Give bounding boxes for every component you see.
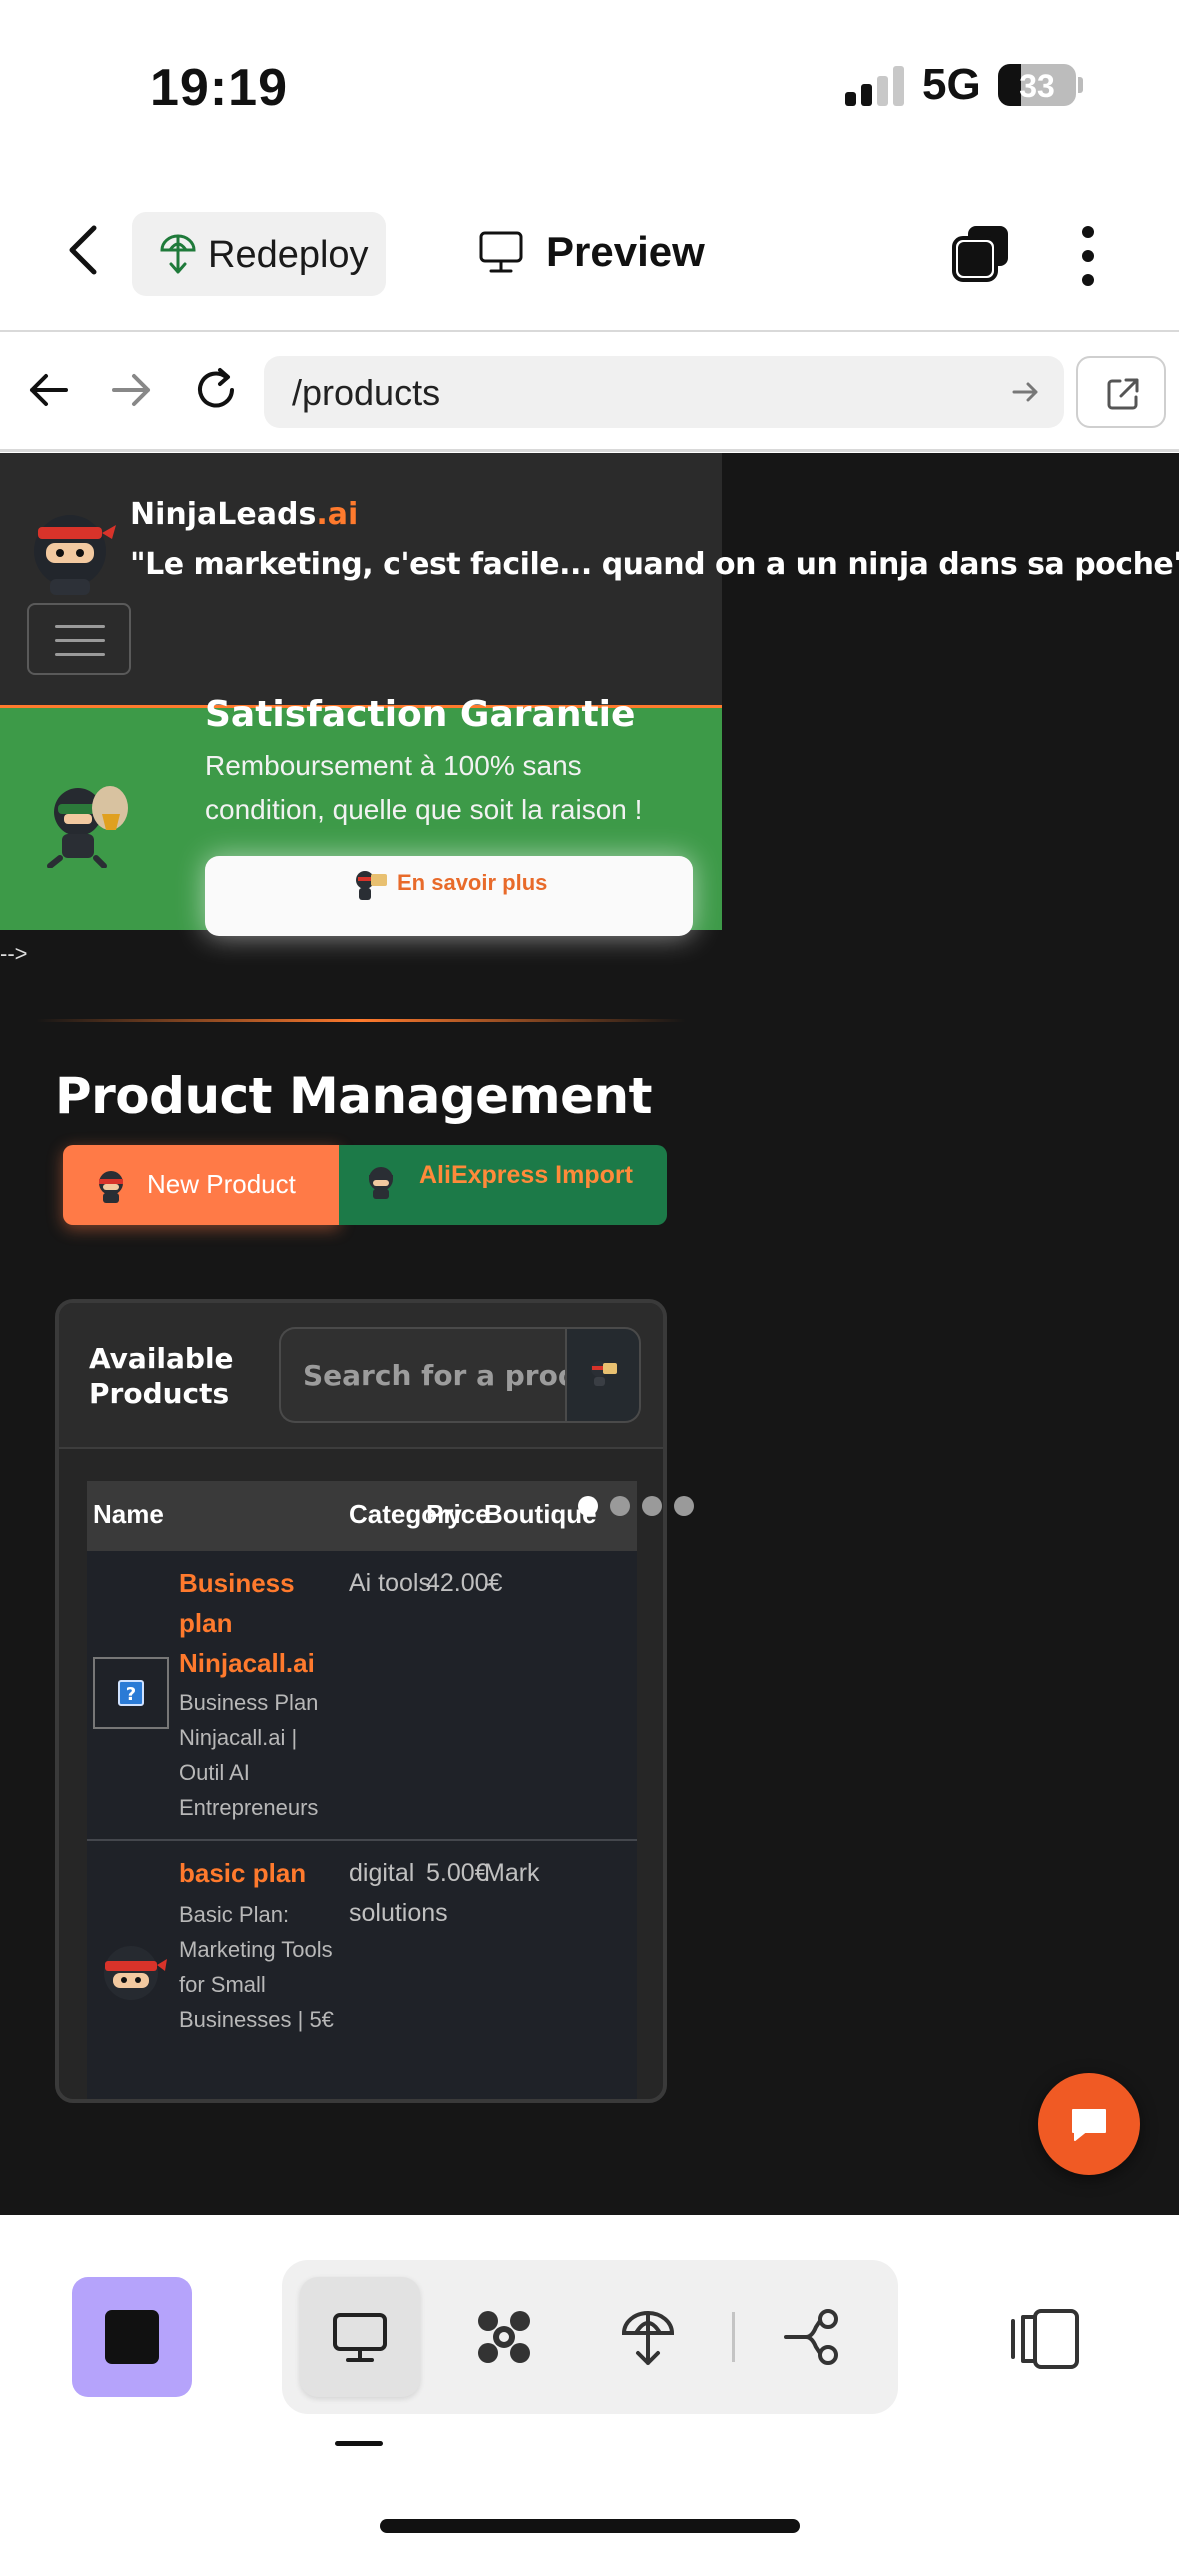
hamburger-menu-icon[interactable]: [27, 603, 131, 675]
page-title: Product Management: [55, 1067, 653, 1125]
globe-deploy-icon: [158, 232, 198, 276]
back-chevron-icon[interactable]: [60, 222, 110, 278]
status-time: 19:19: [150, 59, 288, 117]
chat-button[interactable]: [1038, 2073, 1140, 2175]
battery-percent: 33: [1019, 68, 1055, 104]
go-arrow-icon[interactable]: [1010, 376, 1042, 408]
panel-toggle-button[interactable]: [1005, 2287, 1085, 2387]
home-indicator[interactable]: [380, 2519, 800, 2533]
promo-banner: Satisfaction Garantie Remboursement à 10…: [0, 694, 722, 936]
url-text: /products: [292, 372, 441, 413]
table-row[interactable]: basic plan Basic Plan: Marketing Tools f…: [87, 1841, 637, 2099]
bottom-toolbar: [0, 2215, 1179, 2556]
deploy-mode-button[interactable]: [588, 2277, 708, 2397]
more-vertical-icon[interactable]: [1078, 226, 1098, 286]
search-button[interactable]: [565, 1327, 641, 1423]
browser-bar: /products: [0, 332, 1179, 452]
cluster-icon: [478, 2311, 530, 2363]
git-mode-button[interactable]: [752, 2277, 872, 2397]
new-product-label: New Product: [147, 1169, 296, 1199]
table-header: Name Category Price Boutique: [87, 1481, 637, 1551]
column-header-name[interactable]: Name: [93, 1499, 164, 1530]
redeploy-button[interactable]: Redeploy: [132, 212, 386, 296]
product-shop: Mark: [484, 1859, 540, 1887]
promo-title: Satisfaction Garantie: [205, 694, 636, 735]
ninja-trophy-icon: [40, 768, 140, 869]
aliexpress-import-label: AliExpress Import: [419, 1161, 633, 1189]
reload-icon[interactable]: [190, 364, 242, 416]
new-product-button[interactable]: New Product: [63, 1145, 339, 1225]
branch-icon: [784, 2309, 838, 2365]
card-title: Available Products: [89, 1342, 234, 1410]
network-label: 5G: [922, 60, 981, 109]
battery-icon: 33: [998, 64, 1076, 106]
learn-more-label: En savoir plus: [397, 870, 548, 895]
mode-separator: [732, 2312, 735, 2362]
open-external-button[interactable]: [1076, 356, 1166, 428]
signal-icon: [845, 66, 905, 106]
product-name[interactable]: Business plan Ninjacall.ai: [179, 1563, 339, 1683]
ninja-logo-icon: [20, 497, 120, 597]
browser-forward-icon[interactable]: [106, 364, 158, 416]
tabs-icon[interactable]: [950, 222, 1012, 284]
product-description: Business Plan Ninjacall.ai | Outil AI En…: [179, 1690, 319, 1820]
mode-switcher: [282, 2260, 898, 2414]
table-row[interactable]: ? Business plan Ninjacall.ai Business Pl…: [87, 1551, 637, 1841]
ninja-search-icon: [589, 1359, 619, 1387]
site-header: NinjaLeads.ai "Le marketing, c'est facil…: [0, 453, 1179, 707]
redeploy-label: Redeploy: [208, 234, 369, 276]
product-description: Basic Plan: Marketing Tools for Small Bu…: [179, 1902, 334, 2032]
broken-image-icon: ?: [93, 1657, 169, 1729]
web-viewport: NinjaLeads.ai "Le marketing, c'est facil…: [0, 453, 1179, 2215]
product-category: digital solutions: [349, 1859, 448, 1927]
product-price: 5.00€: [426, 1859, 489, 1887]
brand-name[interactable]: NinjaLeads.ai: [130, 497, 358, 532]
brand-tagline: "Le marketing, c'est facile... quand on …: [130, 547, 1179, 582]
preview-label: Preview: [546, 228, 705, 275]
section-divider: [36, 1019, 686, 1022]
workspace-mode-button[interactable]: [444, 2277, 564, 2397]
learn-more-button[interactable]: En savoir plus: [205, 856, 693, 936]
product-shop: -: [484, 1569, 493, 1597]
aliexpress-import-button[interactable]: AliExpress Import: [339, 1145, 667, 1225]
stop-icon: [105, 2310, 159, 2364]
monitor-icon: [478, 230, 524, 274]
url-field[interactable]: /products: [264, 356, 1064, 428]
product-search-input[interactable]: [279, 1327, 565, 1423]
globe-deploy-icon: [621, 2311, 675, 2365]
ninja-mail-icon: [353, 868, 389, 900]
app-bar: Redeploy Preview: [0, 170, 1179, 332]
active-mode-indicator: [335, 2441, 383, 2446]
column-header-price[interactable]: Price: [426, 1499, 490, 1530]
ninja-icon: [363, 1163, 399, 1199]
battery-tip: [1078, 77, 1083, 93]
stop-button[interactable]: [72, 2277, 192, 2397]
card-header: Available Products: [59, 1303, 663, 1449]
ninja-icon: [93, 1167, 129, 1203]
stray-comment-text: -->: [0, 941, 28, 966]
products-card: Available Products Name Category Price B…: [55, 1299, 667, 2103]
external-link-icon: [1107, 378, 1139, 410]
carousel-dots: [578, 1496, 698, 1520]
carousel-dot[interactable]: [642, 1496, 662, 1516]
product-name[interactable]: basic plan: [179, 1853, 339, 1893]
carousel-dot[interactable]: [578, 1496, 598, 1516]
chat-bubble-icon: [1072, 2109, 1106, 2141]
carousel-dot[interactable]: [610, 1496, 630, 1516]
browser-back-icon[interactable]: [22, 364, 74, 416]
preview-mode-button[interactable]: [300, 2277, 420, 2397]
svg-text:?: ?: [126, 1684, 136, 1705]
carousel-dot[interactable]: [674, 1496, 694, 1516]
product-category: Ai tools: [349, 1569, 431, 1597]
side-panel-icon: [1011, 2309, 1079, 2369]
products-table: Name Category Price Boutique ? Business …: [87, 1481, 637, 2099]
promo-text: Remboursement à 100% sans condition, que…: [205, 750, 643, 825]
ninja-avatar: [93, 1937, 169, 2009]
status-bar: 19:19 5G 33: [0, 0, 1179, 170]
monitor-icon: [333, 2313, 387, 2362]
